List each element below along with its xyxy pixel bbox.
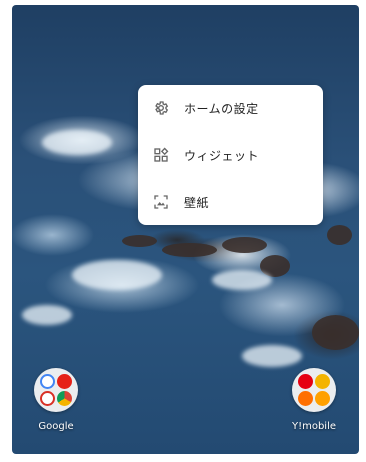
youtube-app-icon xyxy=(57,374,72,389)
ymobile-app-icon xyxy=(298,391,313,406)
wallpaper-rock xyxy=(312,315,359,350)
menu-item-home-settings[interactable]: ホームの設定 xyxy=(138,85,323,131)
menu-item-widgets[interactable]: ウィジェット xyxy=(138,132,323,178)
wallpaper-foam xyxy=(72,260,162,290)
wallpaper-rock xyxy=(122,235,157,247)
menu-item-label: 壁紙 xyxy=(184,195,210,210)
ymobile-app-icon xyxy=(315,391,330,406)
wallpaper-foam xyxy=(212,270,272,290)
wallpaper-foam xyxy=(242,345,302,367)
ymobile-folder-label: Y!mobile xyxy=(291,421,337,432)
wallpaper-foam xyxy=(22,305,72,325)
wallpaper-icon xyxy=(152,193,170,211)
chrome-app-icon xyxy=(57,391,72,406)
home-context-menu: ホームの設定 ウィジェット 壁紙 xyxy=(138,85,323,225)
menu-item-label: ホームの設定 xyxy=(184,101,259,116)
ymobile-folder[interactable] xyxy=(292,368,336,412)
google-folder-label: Google xyxy=(38,421,74,432)
wallpaper-rock xyxy=(222,237,267,253)
google-app-icon xyxy=(40,374,55,389)
google-folder[interactable] xyxy=(34,368,78,412)
gear-icon xyxy=(152,99,170,117)
menu-item-wallpaper[interactable]: 壁紙 xyxy=(138,179,323,225)
widgets-icon xyxy=(152,146,170,164)
menu-item-label: ウィジェット xyxy=(184,148,260,163)
gmail-app-icon xyxy=(40,391,55,406)
wallpaper-rock xyxy=(327,225,352,245)
wallpaper-rock xyxy=(162,243,217,257)
ymobile-app-icon xyxy=(315,374,330,389)
home-screen-wallpaper[interactable]: Google Y!mobile ホームの設定 ウィジェット 壁紙 xyxy=(12,5,359,454)
ymobile-app-icon xyxy=(298,374,313,389)
wallpaper-foam xyxy=(42,130,112,155)
